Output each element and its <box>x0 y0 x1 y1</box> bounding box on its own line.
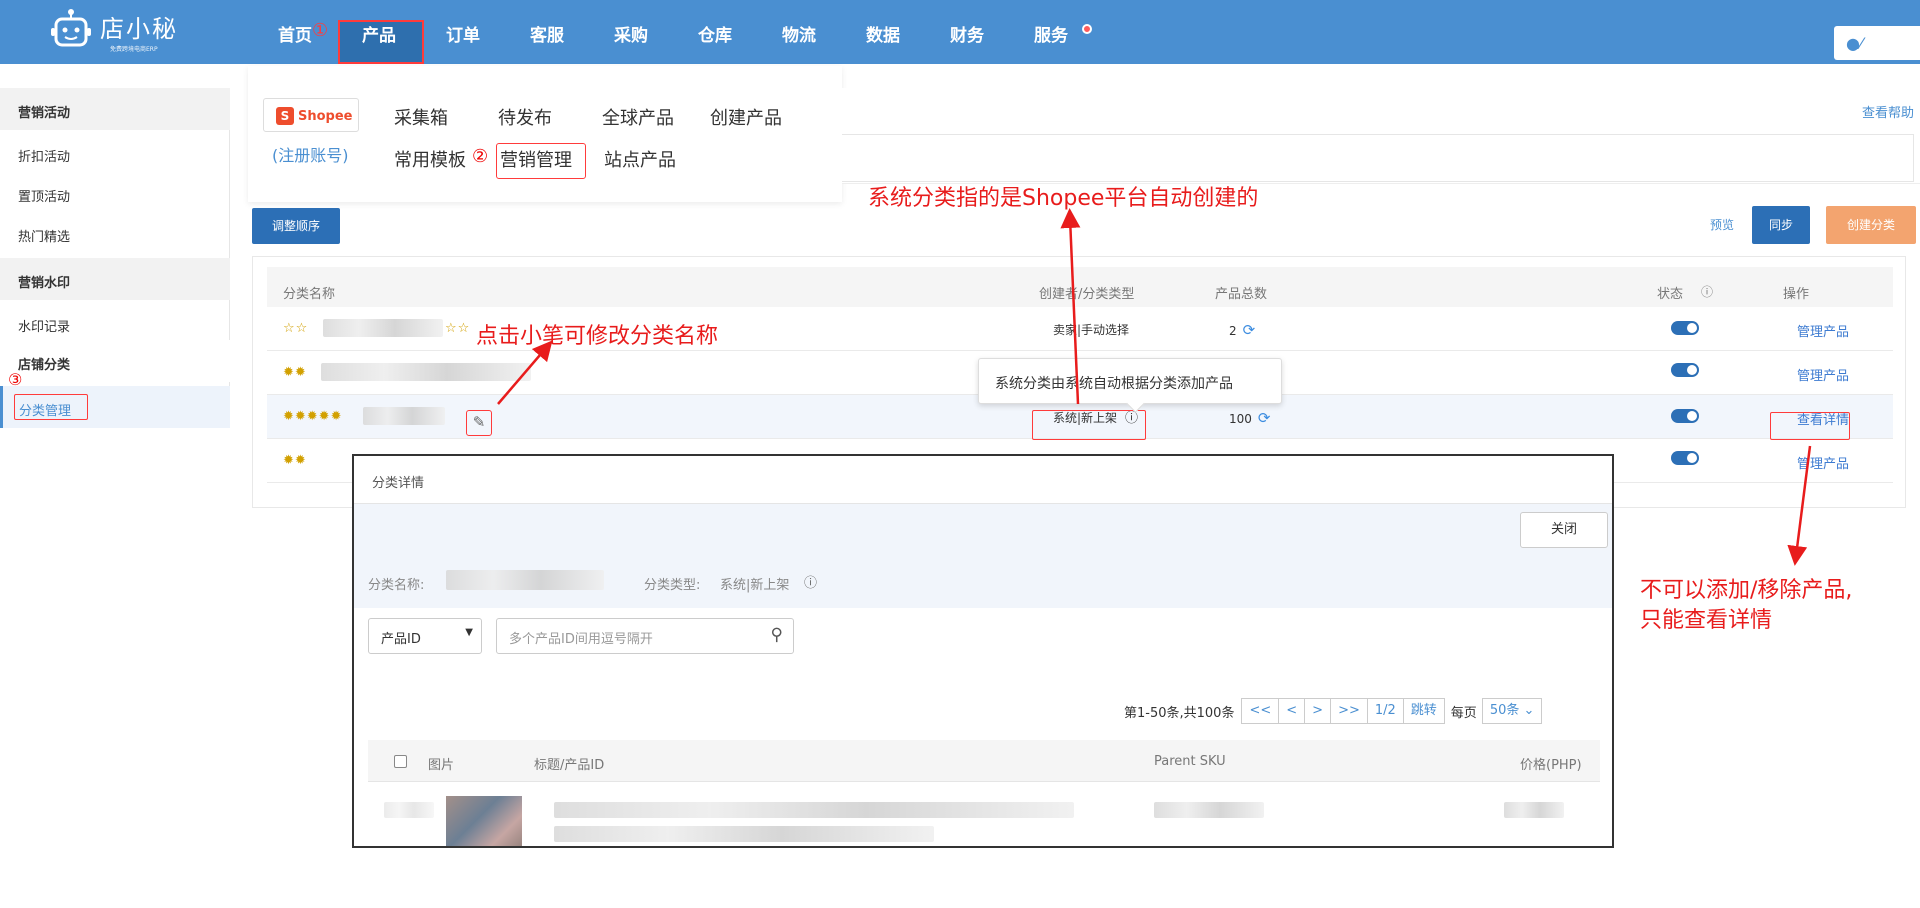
blurred-product-title <box>554 826 934 842</box>
annotation-no-add-line2: 只能查看详情 <box>1640 608 1773 633</box>
product-thumbnail[interactable] <box>446 796 522 846</box>
first-page-button[interactable]: << <box>1241 698 1280 724</box>
last-page-button[interactable]: >> <box>1330 698 1368 724</box>
product-table-header: 图片 标题/产品ID Parent SKU 价格(PHP) <box>368 740 1600 782</box>
blurred-category-name <box>446 570 604 590</box>
next-page-button[interactable]: > <box>1304 698 1332 724</box>
close-button[interactable]: 关闭 <box>1520 512 1608 548</box>
page-indicator: 1/2 <box>1366 698 1404 724</box>
help-circle-icon[interactable]: ⓘ <box>804 572 817 591</box>
search-placeholder: 多个产品ID间用逗号隔开 <box>509 632 653 647</box>
blurred-row-start <box>384 802 434 818</box>
product-id-search-input[interactable]: 多个产品ID间用逗号隔开 ⚲ <box>496 618 794 654</box>
per-page-value: 50条 <box>1489 703 1520 718</box>
search-icon[interactable]: ⚲ <box>771 625 783 645</box>
annotation-pencil: 点击小笔可修改分类名称 <box>476 324 719 349</box>
annotation-no-add-line1: 不可以添加/移除产品, <box>1640 578 1853 603</box>
select-all-checkbox[interactable] <box>394 755 407 768</box>
category-name-label: 分类名称: <box>368 578 425 593</box>
category-type-label: 分类类型: <box>644 578 701 593</box>
header-title: 标题/产品ID <box>534 758 605 773</box>
blurred-price <box>1504 802 1564 818</box>
per-page-label: 每页 <box>1450 705 1477 721</box>
modal-title: 分类详情 <box>354 456 1612 504</box>
chevron-down-icon: ⌄ <box>1523 703 1535 718</box>
per-page-select[interactable]: 50条 ⌄ <box>1481 698 1543 724</box>
header-parent-sku: Parent SKU <box>1154 754 1226 769</box>
chevron-down-icon: ▼ <box>465 627 473 638</box>
category-detail-modal: 分类详情 关闭 分类名称: 分类类型: 系统|新上架 ⓘ 产品ID ▼ 多个产品I… <box>352 454 1614 848</box>
modal-toolbar <box>354 504 1612 608</box>
annotation-system-category: 系统分类指的是Shopee平台自动创建的 <box>868 186 1259 211</box>
blurred-parent-sku <box>1154 802 1264 818</box>
header-image: 图片 <box>428 758 455 773</box>
category-type-value: 系统|新上架 <box>720 578 790 593</box>
blurred-product-title <box>554 802 1074 818</box>
pagination: 第1-50条,共100条 << < > >> 1/2 跳转 每页 50条 ⌄ <box>1124 698 1543 724</box>
prev-page-button[interactable]: < <box>1278 698 1306 724</box>
select-value: 产品ID <box>381 632 421 647</box>
search-field-select[interactable]: 产品ID ▼ <box>368 618 482 654</box>
jump-button[interactable]: 跳转 <box>1402 698 1445 724</box>
pagination-summary: 第1-50条,共100条 <box>1124 705 1235 721</box>
header-price: 价格(PHP) <box>1520 758 1582 773</box>
